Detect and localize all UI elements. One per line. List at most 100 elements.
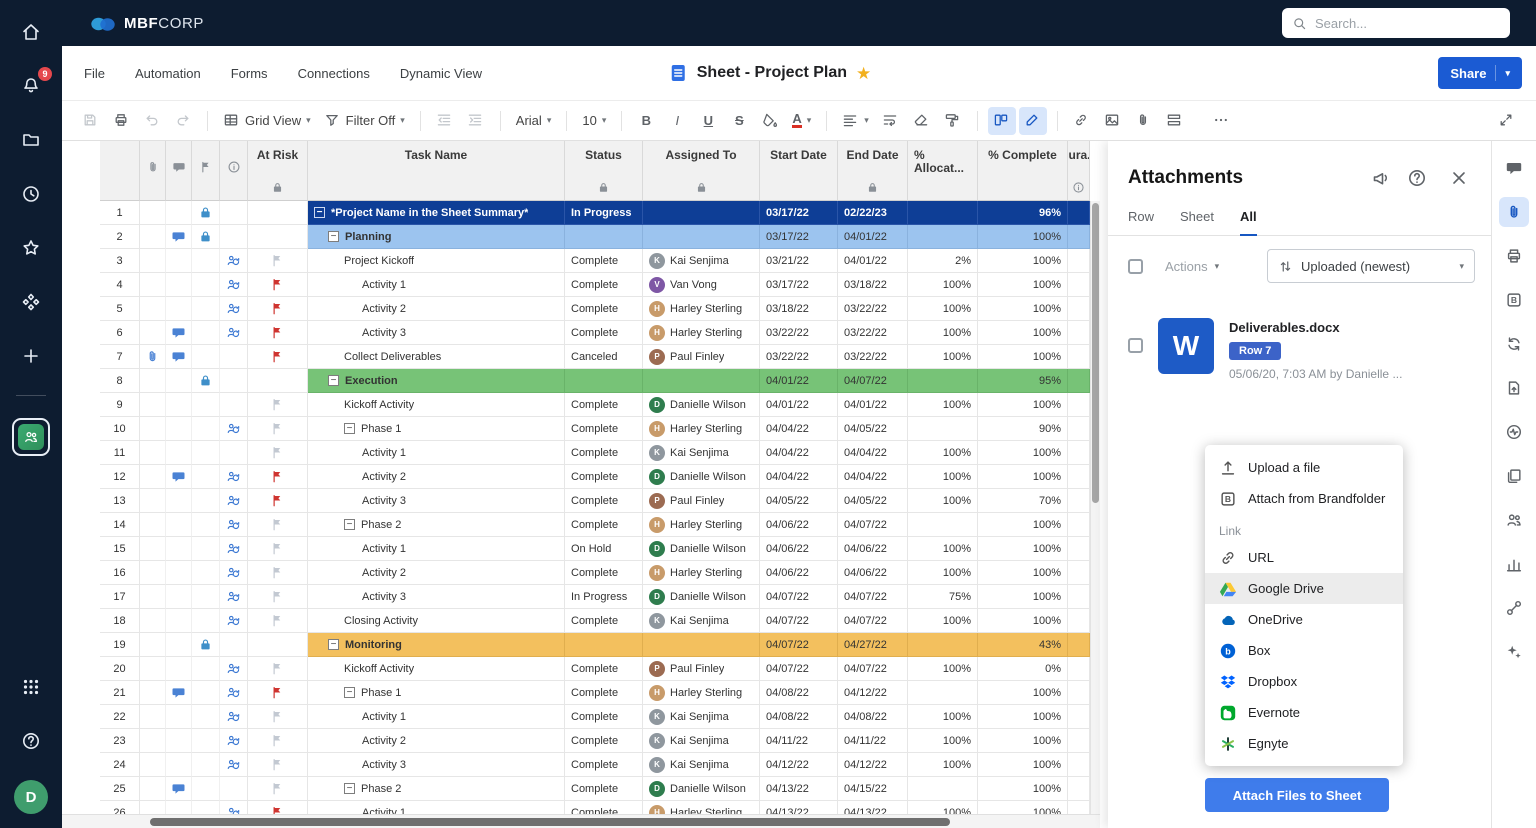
cell-assigned-to[interactable]: KKai Senjima [643, 609, 760, 633]
cell-assigned-to[interactable]: PPaul Finley [643, 657, 760, 681]
cell-duration[interactable] [1068, 345, 1090, 369]
cell-end-date[interactable]: 04/08/22 [838, 705, 908, 729]
cell-duration[interactable] [1068, 321, 1090, 345]
cell-complete[interactable]: 0% [978, 657, 1068, 681]
flag-column-header[interactable] [192, 141, 220, 201]
cell-task-name[interactable]: Activity 2 [308, 465, 565, 489]
panel-rail-update-requests-button[interactable] [1499, 329, 1529, 359]
row-number[interactable]: 19 [100, 633, 140, 657]
cell-task-name[interactable]: −Execution [308, 369, 565, 393]
cell-start-date[interactable]: 04/13/22 [760, 777, 838, 801]
cell-task-name[interactable]: Closing Activity [308, 609, 565, 633]
cell-start-date[interactable]: 04/11/22 [760, 729, 838, 753]
cell-task-name[interactable]: Collect Deliverables [308, 345, 565, 369]
cell-end-date[interactable]: 04/07/22 [838, 369, 908, 393]
cell-status[interactable]: Complete [565, 249, 643, 273]
cell-duration[interactable] [1068, 729, 1090, 753]
cell-task-name[interactable]: −Monitoring [308, 633, 565, 657]
cell-allocation[interactable]: 100% [908, 561, 978, 585]
cell-complete[interactable]: 100% [978, 393, 1068, 417]
cell-allocation[interactable] [908, 417, 978, 441]
cell-allocation[interactable]: 2% [908, 249, 978, 273]
update-request-icon[interactable] [226, 661, 241, 676]
cell-assigned-to[interactable]: DDanielle Wilson [643, 393, 760, 417]
row-number[interactable]: 2 [100, 225, 140, 249]
cell-assigned-to[interactable]: VVan Vong [643, 273, 760, 297]
cell-status[interactable]: Complete [565, 681, 643, 705]
column-header-start-date[interactable]: Start Date [760, 141, 838, 201]
cell-assigned-to[interactable]: KKai Senjima [643, 705, 760, 729]
grid-row[interactable]: 24Activity 3CompleteKKai Senjima04/12/22… [62, 753, 1090, 777]
grid-row[interactable]: 2−Planning03/17/2204/01/22100% [62, 225, 1090, 249]
row-number[interactable]: 24 [100, 753, 140, 777]
cell-allocation[interactable]: 100% [908, 297, 978, 321]
outdent-button[interactable] [431, 107, 459, 135]
column-header-status[interactable]: Status [565, 141, 643, 201]
info-column-header[interactable] [220, 141, 248, 201]
cell-task-name[interactable]: Activity 1 [308, 705, 565, 729]
strikethrough-button[interactable]: S [725, 107, 753, 135]
cell-start-date[interactable]: 03/21/22 [760, 249, 838, 273]
column-header-end-date[interactable]: End Date [838, 141, 908, 201]
wrap-text-button[interactable] [877, 107, 905, 135]
share-chevron-icon[interactable]: ▾ [1505, 68, 1510, 79]
column-header-task-name[interactable]: Task Name [308, 141, 565, 201]
cell-at-risk[interactable] [248, 273, 308, 297]
bold-button[interactable]: B [632, 107, 660, 135]
cell-task-name[interactable]: −Phase 1 [308, 417, 565, 441]
view-selector-button[interactable]: Grid View▾ [218, 107, 316, 135]
cell-at-risk[interactable] [248, 585, 308, 609]
font-family-selector-button[interactable]: Arial▾ [511, 107, 557, 135]
cell-end-date[interactable]: 02/22/23 [838, 201, 908, 225]
insert-image-button[interactable] [1099, 107, 1127, 135]
grid-row[interactable]: 18Closing ActivityCompleteKKai Senjima04… [62, 609, 1090, 633]
cell-start-date[interactable]: 04/07/22 [760, 657, 838, 681]
cell-assigned-to[interactable]: DDanielle Wilson [643, 465, 760, 489]
cell-start-date[interactable]: 04/06/22 [760, 537, 838, 561]
cell-assigned-to[interactable]: HHarley Sterling [643, 513, 760, 537]
redo-button[interactable] [169, 107, 197, 135]
comment-icon[interactable] [171, 229, 186, 244]
cell-end-date[interactable]: 04/01/22 [838, 393, 908, 417]
cell-allocation[interactable] [908, 225, 978, 249]
panel-rail-proofs-button[interactable] [1499, 241, 1529, 271]
row-number[interactable]: 10 [100, 417, 140, 441]
grid-row[interactable]: 19−Monitoring04/07/2204/27/2243% [62, 633, 1090, 657]
cell-allocation[interactable] [908, 201, 978, 225]
menu-item-onedrive[interactable]: OneDrive [1205, 604, 1403, 635]
cell-end-date[interactable]: 03/18/22 [838, 273, 908, 297]
cell-assigned-to[interactable]: HHarley Sterling [643, 417, 760, 441]
cell-assigned-to[interactable] [643, 225, 760, 249]
cell-start-date[interactable]: 04/07/22 [760, 609, 838, 633]
at-risk-flag-icon[interactable] [270, 541, 285, 556]
cell-status[interactable]: Complete [565, 273, 643, 297]
cell-allocation[interactable]: 100% [908, 537, 978, 561]
more-options-button[interactable] [1208, 107, 1236, 135]
cell-allocation[interactable]: 100% [908, 489, 978, 513]
update-request-icon[interactable] [226, 253, 241, 268]
cell-start-date[interactable]: 04/04/22 [760, 417, 838, 441]
cell-start-date[interactable]: 04/07/22 [760, 633, 838, 657]
comment-icon[interactable] [171, 469, 186, 484]
grid-row[interactable]: 14−Phase 2CompleteHHarley Sterling04/06/… [62, 513, 1090, 537]
update-request-icon[interactable] [226, 277, 241, 292]
cell-allocation[interactable]: 100% [908, 273, 978, 297]
at-risk-flag-icon[interactable] [270, 277, 285, 292]
menu-forms[interactable]: Forms [231, 66, 268, 81]
sidebar-app-launcher-button[interactable] [16, 672, 46, 702]
grid-row[interactable]: 25−Phase 2CompleteDDanielle Wilson04/13/… [62, 777, 1090, 801]
collapse-toggle[interactable]: − [344, 783, 355, 794]
select-all-checkbox[interactable] [1128, 259, 1143, 274]
actions-dropdown[interactable]: Actions▾ [1165, 259, 1219, 274]
cell-status[interactable]: Complete [565, 657, 643, 681]
row-number[interactable]: 7 [100, 345, 140, 369]
cell-start-date[interactable]: 04/01/22 [760, 369, 838, 393]
cell-task-name[interactable]: Activity 3 [308, 585, 565, 609]
help-icon[interactable] [1407, 168, 1427, 188]
cell-start-date[interactable]: 04/01/22 [760, 393, 838, 417]
comment-icon[interactable] [171, 349, 186, 364]
panel-rail-activity-log-button[interactable] [1499, 417, 1529, 447]
row-number[interactable]: 8 [100, 369, 140, 393]
row-number[interactable]: 18 [100, 609, 140, 633]
text-color-button[interactable]: A▾ [787, 107, 816, 135]
